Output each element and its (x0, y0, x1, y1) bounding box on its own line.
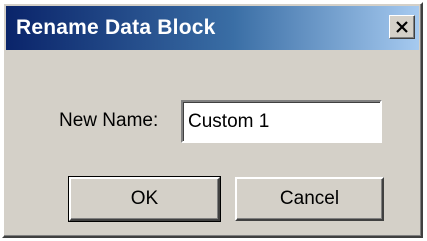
new-name-label: New Name: (59, 110, 159, 131)
close-icon (395, 21, 409, 33)
title-bar[interactable]: Rename Data Block (6, 6, 419, 50)
ok-button[interactable]: OK (68, 176, 221, 222)
cancel-button[interactable]: Cancel (235, 177, 384, 221)
dialog-title: Rename Data Block (16, 16, 216, 39)
close-button[interactable] (389, 15, 415, 39)
new-name-input[interactable] (181, 100, 382, 143)
rename-dialog: Rename Data Block New Name: OK Cancel (2, 2, 423, 238)
